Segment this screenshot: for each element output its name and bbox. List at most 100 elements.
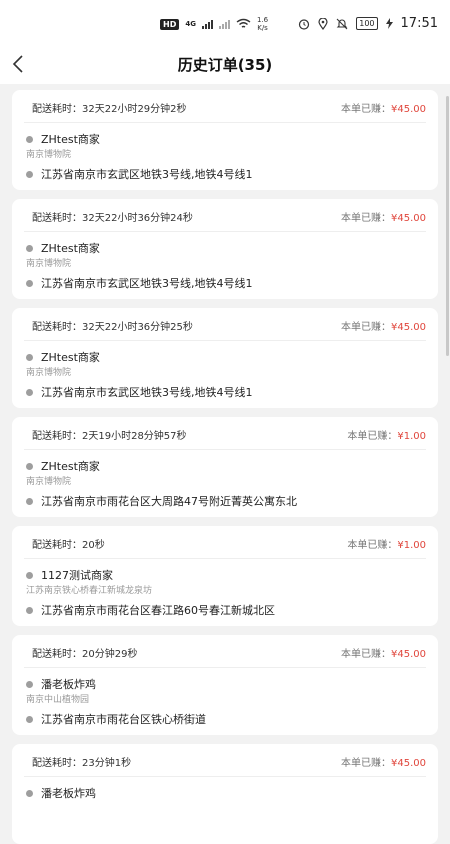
address-dot-icon (26, 170, 33, 178)
page-title: 历史订单(35) (177, 56, 273, 74)
clock: 17:51 (400, 16, 438, 31)
earnings-amount: ¥45.00 (391, 649, 426, 660)
merchant-location: 南京博物院 (26, 259, 72, 269)
address-dot-icon (26, 606, 33, 614)
address-row: 江苏省南京市玄武区地铁3号线,地铁4号线1 (26, 384, 253, 400)
merchant-row: ZHtest商家 (26, 458, 100, 474)
order-header: 配送耗时：32天22小时36分钟25秒 本单已赚：¥45.00 (32, 318, 426, 334)
address-row: 江苏省南京市雨花台区大周路47号附近菁英公寓东北 (26, 493, 297, 509)
order-card[interactable]: 配送耗时：32天22小时36分钟24秒 本单已赚：¥45.00 ZHtest商家… (12, 199, 438, 299)
merchant-row: ZHtest商家 (26, 240, 100, 256)
delivery-address: 江苏省南京市雨花台区大周路47号附近菁英公寓东北 (41, 495, 297, 508)
wifi-icon (236, 18, 251, 28)
address-row: 江苏省南京市玄武区地铁3号线,地铁4号线1 (26, 275, 253, 291)
merchant-row: ZHtest商家 (26, 131, 100, 147)
merchant-location: 南京博物院 (26, 477, 72, 487)
delivery-address: 江苏省南京市雨花台区铁心桥街道 (41, 713, 206, 726)
delivery-duration: 配送耗时：32天22小时29分钟2秒 (32, 104, 187, 115)
delivery-duration: 配送耗时：32天22小时36分钟24秒 (32, 213, 193, 224)
order-header: 配送耗时：2天19小时28分钟57秒 本单已赚：¥1.00 (32, 427, 426, 443)
merchant-dot-icon (26, 789, 33, 797)
charging-icon (385, 18, 393, 29)
merchant-location: 南京博物院 (26, 150, 72, 160)
earnings-amount: ¥1.00 (397, 431, 426, 442)
merchant-dot-icon (26, 244, 33, 252)
address-row: 江苏省南京市雨花台区春江路60号春江新城北区 (26, 602, 275, 618)
divider (24, 231, 426, 232)
delivery-address: 江苏省南京市玄武区地铁3号线,地铁4号线1 (41, 168, 253, 181)
scrollbar[interactable] (446, 96, 449, 356)
address-dot-icon (26, 715, 33, 723)
merchant-name: ZHtest商家 (41, 351, 100, 364)
earnings-label: 本单已赚： (341, 322, 391, 333)
earnings-amount: ¥45.00 (391, 213, 426, 224)
delivery-duration: 配送耗时：23分钟1秒 (32, 758, 132, 769)
delivery-address: 江苏省南京市玄武区地铁3号线,地铁4号线1 (41, 277, 253, 290)
divider (24, 122, 426, 123)
order-header: 配送耗时：23分钟1秒 本单已赚：¥45.00 (32, 754, 426, 770)
merchant-dot-icon (26, 135, 33, 143)
signal-2-icon (218, 19, 230, 29)
merchant-location: 南京博物院 (26, 368, 72, 378)
divider (24, 340, 426, 341)
earnings-amount: ¥45.00 (391, 104, 426, 115)
merchant-dot-icon (26, 680, 33, 688)
merchant-name: ZHtest商家 (41, 133, 100, 146)
order-card[interactable]: 配送耗时：32天22小时29分钟2秒 本单已赚：¥45.00 ZHtest商家 … (12, 90, 438, 190)
mute-icon (336, 18, 348, 29)
earnings: 本单已赚：¥45.00 (341, 100, 426, 115)
earnings-amount: ¥1.00 (397, 540, 426, 551)
order-header: 配送耗时：32天22小时29分钟2秒 本单已赚：¥45.00 (32, 100, 426, 116)
battery-level: 100 (359, 19, 375, 28)
delivery-address: 江苏省南京市雨花台区春江路60号春江新城北区 (41, 604, 275, 617)
earnings: 本单已赚：¥45.00 (341, 754, 426, 769)
net-speed-value: 1.6 (256, 16, 269, 24)
delivery-duration: 配送耗时：20秒 (32, 540, 105, 551)
divider (24, 558, 426, 559)
merchant-name: 1127测试商家 (41, 569, 113, 582)
network-type-label: 4G (185, 20, 196, 28)
status-left: HD 4G 1.6 K/s (160, 16, 268, 32)
hd-indicator: HD (160, 18, 180, 30)
address-dot-icon (26, 279, 33, 287)
earnings-amount: ¥45.00 (391, 758, 426, 769)
order-card[interactable]: 配送耗时：20秒 本单已赚：¥1.00 1127测试商家 江苏南京铁心桥春江新城… (12, 526, 438, 626)
merchant-name: ZHtest商家 (41, 460, 100, 473)
merchant-dot-icon (26, 353, 33, 361)
address-row: 江苏省南京市雨花台区铁心桥街道 (26, 711, 206, 727)
earnings-amount: ¥45.00 (391, 322, 426, 333)
order-header: 配送耗时：32天22小时36分钟24秒 本单已赚：¥45.00 (32, 209, 426, 225)
earnings: 本单已赚：¥1.00 (347, 427, 426, 442)
merchant-row: 潘老板炸鸡 (26, 676, 96, 692)
earnings: 本单已赚：¥45.00 (341, 209, 426, 224)
merchant-dot-icon (26, 571, 33, 579)
order-header: 配送耗时：20分钟29秒 本单已赚：¥45.00 (32, 645, 426, 661)
divider (24, 667, 426, 668)
delivery-address: 江苏省南京市玄武区地铁3号线,地铁4号线1 (41, 386, 253, 399)
order-card[interactable]: 配送耗时：23分钟1秒 本单已赚：¥45.00 潘老板炸鸡 (12, 744, 438, 844)
merchant-name: ZHtest商家 (41, 242, 100, 255)
earnings: 本单已赚：¥45.00 (341, 645, 426, 660)
order-card[interactable]: 配送耗时：20分钟29秒 本单已赚：¥45.00 潘老板炸鸡 南京中山植物园 江… (12, 635, 438, 735)
address-row: 江苏省南京市玄武区地铁3号线,地铁4号线1 (26, 166, 253, 182)
net-speed: 1.6 K/s (257, 16, 268, 32)
order-header: 配送耗时：20秒 本单已赚：¥1.00 (32, 536, 426, 552)
divider (24, 449, 426, 450)
merchant-location: 南京中山植物园 (26, 695, 90, 705)
battery-icon: 100 (356, 17, 378, 30)
order-card[interactable]: 配送耗时：32天22小时36分钟25秒 本单已赚：¥45.00 ZHtest商家… (12, 308, 438, 408)
earnings: 本单已赚：¥1.00 (347, 536, 426, 551)
earnings: 本单已赚：¥45.00 (341, 318, 426, 333)
alarm-icon (299, 18, 310, 30)
earnings-label: 本单已赚： (347, 431, 398, 442)
nav-bar: 历史订单(35) (0, 44, 450, 84)
merchant-row: 1127测试商家 (26, 567, 113, 583)
merchant-dot-icon (26, 462, 33, 470)
merchant-name: 潘老板炸鸡 (41, 787, 96, 800)
merchant-name: 潘老板炸鸡 (41, 678, 96, 691)
delivery-duration: 配送耗时：32天22小时36分钟25秒 (32, 322, 193, 333)
order-card[interactable]: 配送耗时：2天19小时28分钟57秒 本单已赚：¥1.00 ZHtest商家 南… (12, 417, 438, 517)
address-dot-icon (26, 497, 33, 505)
delivery-duration: 配送耗时：20分钟29秒 (32, 649, 138, 660)
address-dot-icon (26, 388, 33, 396)
